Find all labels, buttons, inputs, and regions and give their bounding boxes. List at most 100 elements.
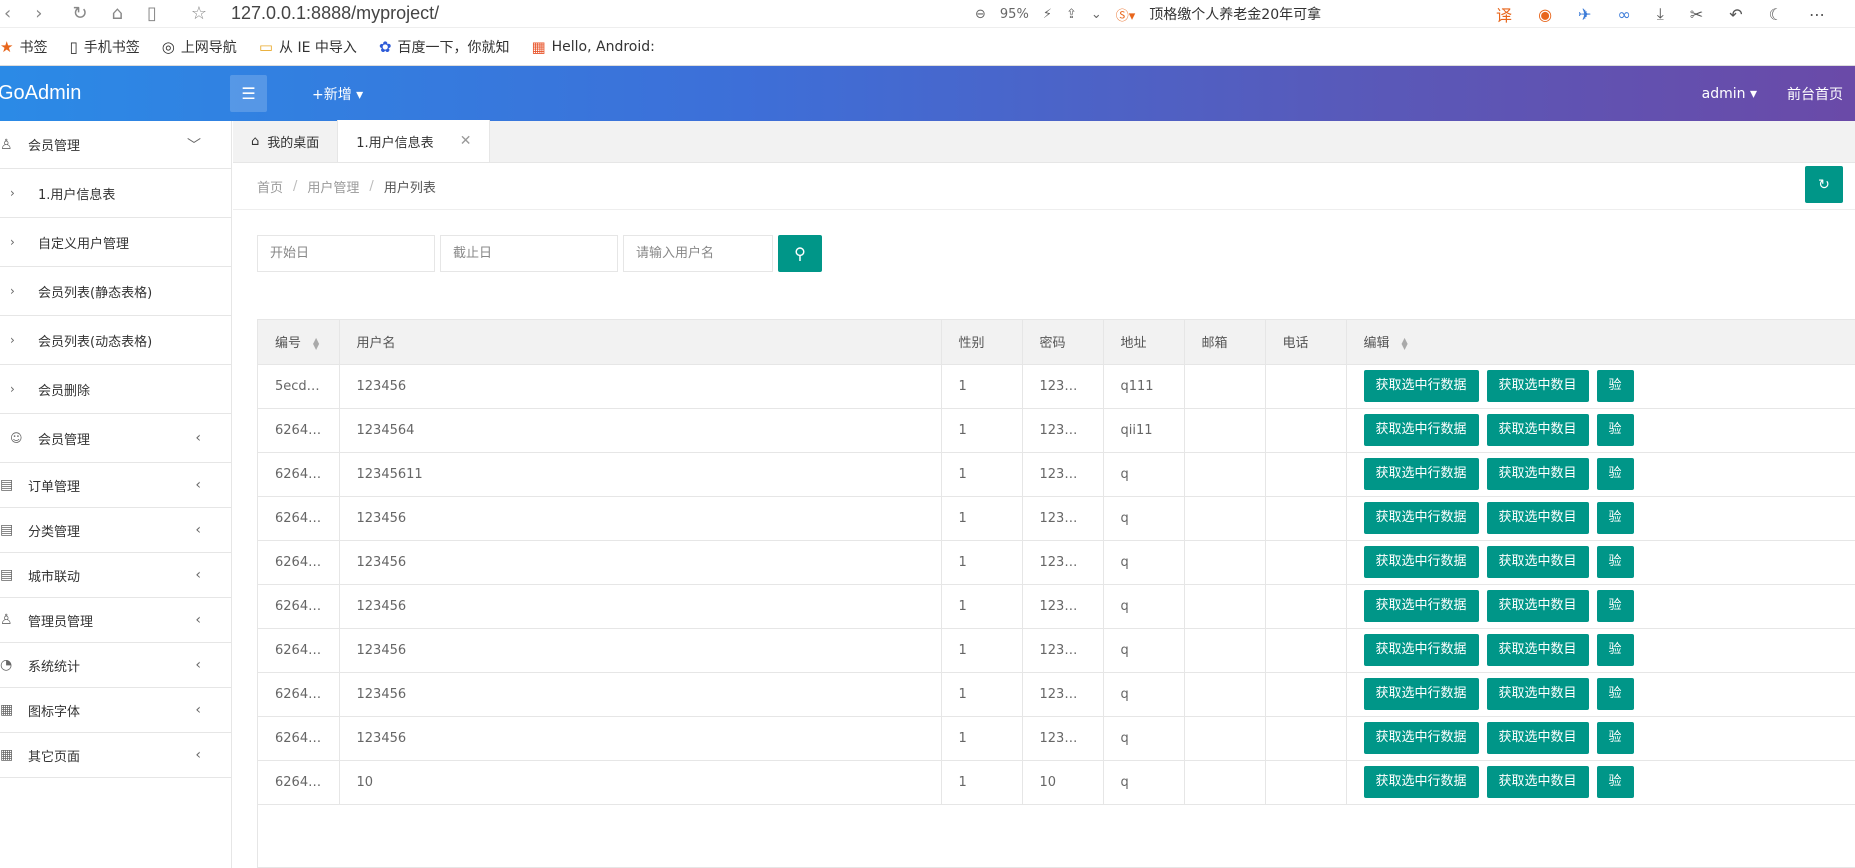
table-row[interactable]: 6264b... 123456 1 123456 q 获取选中行数据 获取选中数目验 xyxy=(258,716,1855,761)
get-selected-count-button[interactable]: 获取选中数目 xyxy=(1486,414,1589,446)
game-icon[interactable]: ◉ xyxy=(1538,5,1552,24)
sidebar-item-iconfont[interactable]: ▦ 图标字体 ‹ xyxy=(0,688,231,733)
table-row[interactable]: 6264b... 123456 1 123456 q 获取选中行数据 获取选中数目验 xyxy=(258,540,1855,585)
forward-icon[interactable]: › xyxy=(35,0,42,28)
get-selected-row-data-button[interactable]: 获取选中行数据 xyxy=(1363,546,1479,578)
table-row[interactable]: 6264b... 1234564 1 123456 qii11 获取选中行数据 获取选中数目… xyxy=(258,408,1855,453)
get-selected-row-data-button[interactable]: 获取选中行数据 xyxy=(1363,722,1479,754)
table-row[interactable]: 6264b... 123456 1 123456 q 获取选中行数据 获取选中数目验 xyxy=(258,496,1855,541)
add-new-menu[interactable]: +新增 ▾ xyxy=(312,84,363,104)
bookmark-item[interactable]: ▭ 从 IE 中导入 xyxy=(259,37,357,57)
home-icon[interactable]: ⌂ xyxy=(112,0,123,28)
tab-user-info[interactable]: 1.用户信息表 ✕ xyxy=(337,120,491,162)
bookmark-item[interactable]: ▯ 手机书签 xyxy=(69,37,139,57)
cut-icon[interactable]: ✂ xyxy=(1690,5,1703,24)
get-selected-row-data-button[interactable]: 获取选中行数据 xyxy=(1363,458,1479,490)
username-input[interactable] xyxy=(623,235,773,272)
get-selected-row-data-button[interactable]: 获取选中行数据 xyxy=(1363,502,1479,534)
verify-button[interactable]: 验 xyxy=(1596,634,1634,666)
get-selected-row-data-button[interactable]: 获取选中行数据 xyxy=(1363,678,1479,710)
table-row[interactable]: 6264b... 123456 1 123456 q 获取选中行数据 获取选中数目验 xyxy=(258,628,1855,673)
back-icon[interactable]: ‹ xyxy=(4,0,11,28)
bookmark-item[interactable]: ★ 书签 xyxy=(0,37,47,57)
bookmark-item[interactable]: ✿ 百度一下，你就知 xyxy=(379,37,510,57)
zoom-icon[interactable]: ⊖ xyxy=(975,7,986,22)
col-header-edit[interactable]: 编辑 ▲ ▼ xyxy=(1346,320,1855,365)
get-selected-count-button[interactable]: 获取选中数目 xyxy=(1486,722,1589,754)
reader-icon[interactable]: ▯ xyxy=(147,0,157,28)
get-selected-count-button[interactable]: 获取选中数目 xyxy=(1486,502,1589,534)
breadcrumb-home[interactable]: 首页 xyxy=(257,177,283,196)
flash-icon[interactable]: ⚡ xyxy=(1043,7,1052,22)
bookmark-item[interactable]: ◎ 上网导航 xyxy=(162,37,237,57)
verify-button[interactable]: 验 xyxy=(1596,722,1634,754)
get-selected-row-data-button[interactable]: 获取选中行数据 xyxy=(1363,414,1479,446)
table-row[interactable]: 6264b... 10 1 10 q 获取选中行数据 获取选中数目验 xyxy=(258,760,1855,805)
get-selected-count-button[interactable]: 获取选中数目 xyxy=(1486,766,1589,798)
sidebar-subitem-static-table[interactable]: › 会员列表(静态表格) xyxy=(0,267,231,316)
zoom-level[interactable]: 95% xyxy=(1000,7,1029,22)
get-selected-row-data-button[interactable]: 获取选中行数据 xyxy=(1363,634,1479,666)
translate-icon[interactable]: 译 xyxy=(1496,2,1512,26)
user-menu[interactable]: admin ▾ xyxy=(1702,86,1757,102)
sidebar-item-city[interactable]: ▤ 城市联动 ‹ xyxy=(0,553,231,598)
search-engine-icon[interactable]: Ⓢ▾ xyxy=(1116,5,1136,24)
favorite-star-icon[interactable]: ☆ xyxy=(191,0,207,28)
verify-button[interactable]: 验 xyxy=(1596,458,1634,490)
infinity-icon[interactable]: ∞ xyxy=(1617,5,1630,24)
end-date-input[interactable] xyxy=(440,235,618,272)
get-selected-count-button[interactable]: 获取选中数目 xyxy=(1486,678,1589,710)
frontend-link[interactable]: 前台首页 xyxy=(1787,84,1843,104)
get-selected-count-button[interactable]: 获取选中数目 xyxy=(1486,370,1589,402)
sidebar-group-member[interactable]: ♙ 会员管理 ﹀ xyxy=(0,121,231,169)
get-selected-count-button[interactable]: 获取选中数目 xyxy=(1486,590,1589,622)
table-row[interactable]: 6264b... 12345611 1 123456 q 获取选中行数据 获取选中数目验 xyxy=(258,452,1855,497)
sort-icon[interactable]: ▲ ▼ xyxy=(313,336,319,350)
app-logo[interactable]: GoAdmin xyxy=(0,82,230,105)
verify-button[interactable]: 验 xyxy=(1596,766,1634,798)
bookmark-item[interactable]: ▦ Hello, Android: xyxy=(531,38,654,56)
table-row[interactable]: 5ecd4... 123456 1 123456 q111 获取选中行数据 获取选中数目验 xyxy=(258,364,1855,409)
reload-icon[interactable]: ↻ xyxy=(72,0,87,28)
close-icon[interactable]: ✕ xyxy=(460,133,472,149)
url-bar[interactable]: 127.0.0.1:8888/myproject/ xyxy=(231,3,439,24)
tab-desktop[interactable]: ⌂ 我的桌面 xyxy=(233,120,337,162)
download-icon[interactable]: ⤓ xyxy=(1657,4,1664,24)
verify-button[interactable]: 验 xyxy=(1596,370,1634,402)
browser-search-text[interactable]: 顶格缴个人养老金20年可拿 xyxy=(1149,4,1321,24)
get-selected-count-button[interactable]: 获取选中数目 xyxy=(1486,546,1589,578)
get-selected-row-data-button[interactable]: 获取选中行数据 xyxy=(1363,590,1479,622)
table-row[interactable]: 6264b... 123456 1 123456 q 获取选中行数据 获取选中数目验 xyxy=(258,584,1855,629)
moon-icon[interactable]: ☾ xyxy=(1769,5,1783,24)
table-row[interactable]: 6264b... 123456 1 123456 q 获取选中行数据 获取选中数目验 xyxy=(258,672,1855,717)
get-selected-count-button[interactable]: 获取选中数目 xyxy=(1486,634,1589,666)
sidebar-subitem-dynamic-table[interactable]: › 会员列表(动态表格) xyxy=(0,316,231,365)
sidebar-item-stats[interactable]: ◔ 系统统计 ‹ xyxy=(0,643,231,688)
col-header-id[interactable]: 编号 ▲ ▼ xyxy=(258,320,340,365)
verify-button[interactable]: 验 xyxy=(1596,502,1634,534)
verify-button[interactable]: 验 xyxy=(1596,590,1634,622)
undo-icon[interactable]: ↶ xyxy=(1729,5,1742,24)
verify-button[interactable]: 验 xyxy=(1596,678,1634,710)
sidebar-item-orders[interactable]: ▤ 订单管理 ‹ xyxy=(0,463,231,508)
sidebar-item-other-pages[interactable]: ▦ 其它页面 ‹ xyxy=(0,733,231,778)
verify-button[interactable]: 验 xyxy=(1596,546,1634,578)
start-date-input[interactable] xyxy=(257,235,435,272)
extension-icon[interactable]: ✈ xyxy=(1578,5,1591,24)
sidebar-item-admins[interactable]: ♙ 管理员管理 ‹ xyxy=(0,598,231,643)
search-button[interactable]: ⚲ xyxy=(778,235,822,272)
get-selected-row-data-button[interactable]: 获取选中行数据 xyxy=(1363,766,1479,798)
sort-icon[interactable]: ▲ ▼ xyxy=(1402,336,1408,350)
breadcrumb-section[interactable]: 用户管理 xyxy=(307,177,359,196)
more-icon[interactable]: ⋯ xyxy=(1809,5,1825,24)
sidebar-item-member-manage[interactable]: ☺ 会员管理 ‹ xyxy=(0,414,231,463)
get-selected-count-button[interactable]: 获取选中数目 xyxy=(1486,458,1589,490)
sidebar-item-categories[interactable]: ▤ 分类管理 ‹ xyxy=(0,508,231,553)
sidebar-subitem-user-info[interactable]: › 1.用户信息表 xyxy=(0,169,231,218)
sidebar-subitem-custom-user[interactable]: › 自定义用户管理 xyxy=(0,218,231,267)
refresh-button[interactable]: ↻ xyxy=(1805,166,1843,203)
dropdown-icon[interactable]: ⌄ xyxy=(1091,7,1102,22)
menu-toggle-button[interactable]: ☰ xyxy=(230,75,267,112)
verify-button[interactable]: 验 xyxy=(1596,414,1634,446)
share-icon[interactable]: ⇪ xyxy=(1066,7,1077,22)
